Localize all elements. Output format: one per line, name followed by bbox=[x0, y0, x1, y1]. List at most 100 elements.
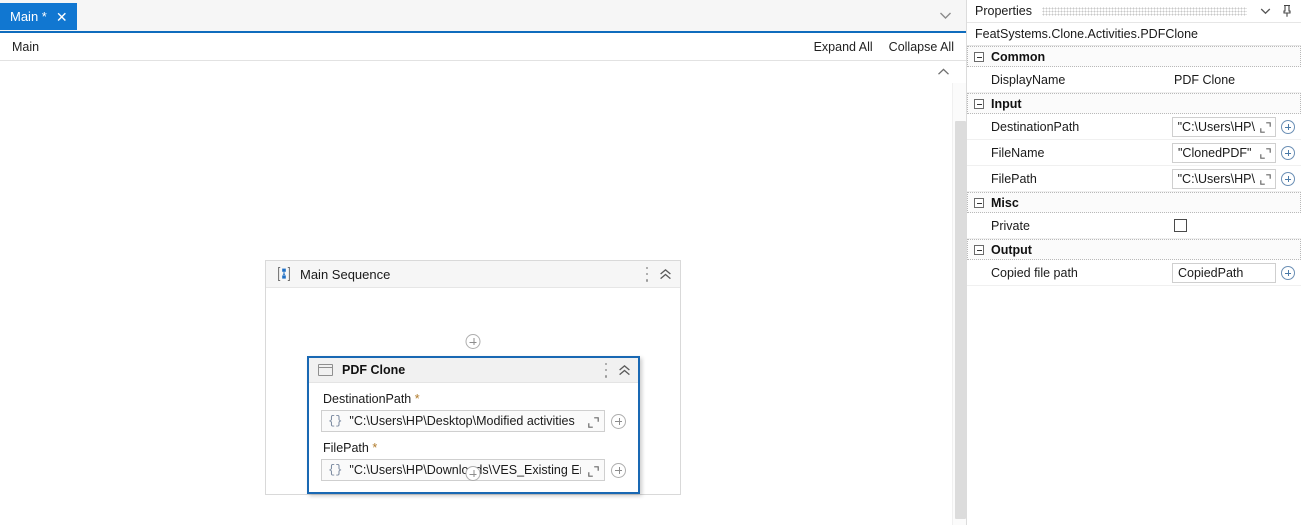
workflow-canvas[interactable]: Main Sequence PDF Clone DestinationPath … bbox=[0, 83, 966, 525]
tab-main-label: Main * bbox=[10, 9, 47, 24]
property-value: "C:\Users\HP\ bbox=[1177, 119, 1255, 134]
main-sequence-header[interactable]: Main Sequence bbox=[266, 261, 680, 288]
breadcrumb-bar: Main Expand All Collapse All bbox=[0, 33, 966, 61]
open-expression-editor-icon[interactable] bbox=[588, 465, 599, 477]
expression-braces-icon: {} bbox=[328, 414, 343, 428]
workflow-designer-pane: Main * ✕ Main Expand All Collapse All Ma… bbox=[0, 0, 966, 525]
plus-circle-icon[interactable] bbox=[1281, 145, 1295, 160]
collapse-toggle-icon[interactable] bbox=[974, 197, 984, 208]
header-dotted-filler bbox=[1041, 6, 1247, 16]
chevron-up-icon[interactable] bbox=[934, 64, 952, 80]
property-value-cell: "ClonedPDF" bbox=[1172, 142, 1301, 163]
property-value: CopiedPath bbox=[1178, 265, 1244, 280]
tab-main[interactable]: Main * ✕ bbox=[0, 3, 77, 30]
property-value: "ClonedPDF" bbox=[1178, 145, 1252, 160]
plus-circle-icon[interactable] bbox=[611, 462, 626, 478]
properties-panel-title: Properties bbox=[975, 4, 1032, 18]
property-row-copied-file-path[interactable]: Copied file path CopiedPath bbox=[967, 260, 1301, 286]
expression-braces-icon: {} bbox=[328, 463, 343, 477]
field-label-text: DestinationPath bbox=[323, 392, 412, 406]
property-input[interactable]: CopiedPath bbox=[1172, 262, 1276, 283]
property-group-label: Common bbox=[991, 49, 1046, 64]
add-activity-below-button[interactable] bbox=[465, 466, 481, 481]
property-name: DisplayName bbox=[991, 72, 1066, 87]
property-name: DestinationPath bbox=[991, 119, 1080, 134]
property-value-cell: "C:\Users\HP\ bbox=[1171, 116, 1301, 137]
canvas-scrollbar-thumb[interactable] bbox=[955, 121, 966, 519]
sequence-icon bbox=[276, 266, 292, 282]
property-row-private[interactable]: Private bbox=[967, 213, 1301, 239]
property-name: Private bbox=[991, 218, 1030, 233]
plus-circle-icon[interactable] bbox=[1281, 265, 1295, 280]
main-sequence-header-actions bbox=[645, 266, 672, 282]
activity-card-header[interactable]: PDF Clone bbox=[309, 358, 638, 383]
double-chevron-up-icon[interactable] bbox=[618, 364, 631, 376]
property-input[interactable]: "C:\Users\HP\ bbox=[1171, 168, 1276, 189]
double-chevron-up-icon[interactable] bbox=[659, 268, 672, 280]
property-value-cell: CopiedPath bbox=[1172, 262, 1301, 283]
open-expression-editor-icon[interactable] bbox=[1260, 147, 1271, 159]
main-sequence-title: Main Sequence bbox=[300, 266, 391, 282]
collapse-toggle-icon[interactable] bbox=[974, 51, 984, 62]
property-value-cell: "C:\Users\HP\ bbox=[1171, 168, 1301, 189]
property-value[interactable]: PDF Clone bbox=[1172, 73, 1235, 87]
required-marker: * bbox=[372, 441, 378, 455]
window-rect-icon bbox=[318, 364, 333, 376]
properties-panel: Properties FeatSystems.Clone.Activities.… bbox=[966, 0, 1301, 525]
kebab-menu-icon[interactable] bbox=[645, 266, 649, 282]
application-window: Main * ✕ Main Expand All Collapse All Ma… bbox=[0, 0, 1301, 525]
property-name: FilePath bbox=[991, 171, 1037, 186]
activity-title: PDF Clone bbox=[342, 363, 406, 377]
plus-circle-icon[interactable] bbox=[1281, 171, 1295, 186]
main-sequence-container[interactable]: Main Sequence PDF Clone DestinationPath … bbox=[265, 260, 681, 495]
property-row-filepath[interactable]: FilePath "C:\Users\HP\ bbox=[967, 166, 1301, 192]
property-input[interactable]: "ClonedPDF" bbox=[1172, 142, 1276, 163]
properties-type-name: FeatSystems.Clone.Activities.PDFClone bbox=[967, 22, 1301, 46]
property-group-output[interactable]: Output bbox=[967, 239, 1301, 260]
expand-all-button[interactable]: Expand All bbox=[814, 40, 873, 54]
close-icon[interactable]: ✕ bbox=[53, 10, 71, 24]
property-row-filename[interactable]: FileName "ClonedPDF" bbox=[967, 140, 1301, 166]
collapse-all-button[interactable]: Collapse All bbox=[889, 40, 954, 54]
kebab-menu-icon[interactable] bbox=[604, 362, 608, 378]
property-group-common[interactable]: Common bbox=[967, 46, 1301, 67]
open-expression-editor-icon[interactable] bbox=[1260, 121, 1271, 133]
field-label-filepath: FilePath * bbox=[323, 441, 626, 455]
field-row-destinationpath: {} "C:\Users\HP\Desktop\Modified activit… bbox=[321, 410, 626, 432]
tab-strip: Main * ✕ bbox=[0, 0, 966, 33]
field-input-destinationpath[interactable]: {} "C:\Users\HP\Desktop\Modified activit… bbox=[321, 410, 605, 432]
property-group-misc[interactable]: Misc bbox=[967, 192, 1301, 213]
collapse-toggle-icon[interactable] bbox=[974, 98, 984, 109]
property-input[interactable]: "C:\Users\HP\ bbox=[1171, 116, 1276, 137]
property-value-cell bbox=[1172, 219, 1301, 232]
add-activity-above-button[interactable] bbox=[465, 334, 481, 349]
designer-toolbar-collapse-row bbox=[0, 61, 966, 83]
private-checkbox[interactable] bbox=[1174, 219, 1187, 232]
property-name: Copied file path bbox=[991, 265, 1078, 280]
property-value: "C:\Users\HP\ bbox=[1177, 171, 1255, 186]
field-input-filepath[interactable]: {} "C:\Users\HP\Downloads\VES_Existing E… bbox=[321, 459, 605, 481]
property-group-label: Output bbox=[991, 242, 1032, 257]
property-group-label: Input bbox=[991, 96, 1022, 111]
pin-icon[interactable] bbox=[1279, 3, 1295, 19]
property-row-destinationpath[interactable]: DestinationPath "C:\Users\HP\ bbox=[967, 114, 1301, 140]
field-value: "C:\Users\HP\Desktop\Modified activities bbox=[349, 414, 575, 428]
required-marker: * bbox=[414, 392, 420, 406]
chevron-down-icon[interactable] bbox=[934, 4, 956, 26]
main-sequence-body[interactable]: PDF Clone DestinationPath * {} "C:\Users… bbox=[266, 288, 680, 494]
property-row-displayname[interactable]: DisplayName PDF Clone bbox=[967, 67, 1301, 93]
properties-panel-header: Properties bbox=[967, 0, 1301, 22]
chevron-down-icon[interactable] bbox=[1257, 3, 1273, 19]
canvas-vertical-scrollbar[interactable] bbox=[952, 83, 966, 525]
property-group-label: Misc bbox=[991, 195, 1019, 210]
plus-circle-icon[interactable] bbox=[1281, 119, 1295, 134]
field-label-text: FilePath bbox=[323, 441, 369, 455]
open-expression-editor-icon[interactable] bbox=[1260, 173, 1271, 185]
property-name: FileName bbox=[991, 145, 1045, 160]
collapse-toggle-icon[interactable] bbox=[974, 244, 984, 255]
open-expression-editor-icon[interactable] bbox=[588, 416, 599, 428]
designer-actions: Expand All Collapse All bbox=[814, 40, 954, 54]
plus-circle-icon[interactable] bbox=[611, 413, 626, 429]
breadcrumb[interactable]: Main bbox=[12, 40, 39, 54]
property-group-input[interactable]: Input bbox=[967, 93, 1301, 114]
